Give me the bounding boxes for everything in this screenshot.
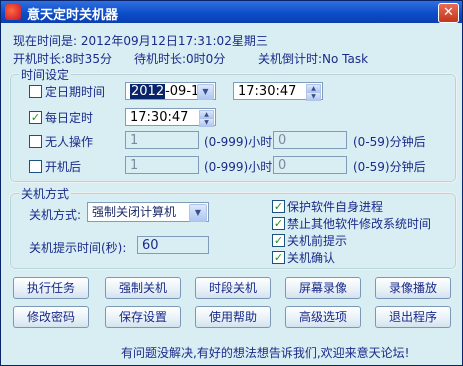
save-settings-button[interactable]: 保存设置 [105,306,181,328]
shutdown-confirm-label: 关机确认 [287,251,336,265]
timed-date-checkbox[interactable] [29,85,42,98]
shutdown-method-value: 强制关闭计算机 [92,205,177,219]
playback-button[interactable]: 录像播放 [375,277,451,299]
daily-time-value: 17:30:47 [130,110,189,125]
forum-link[interactable]: 有问题没解决,有好的想法想告诉我们,欢迎来意天论坛! [121,344,409,361]
daily-checkbox[interactable]: ✓ [29,111,42,124]
period-shutdown-button[interactable]: 时段关机 [195,277,271,299]
date-picker[interactable]: 2012-09-12 ▼ [125,82,216,100]
protect-process-label: 保护软件自身进程 [287,200,384,214]
chevron-down-icon[interactable]: ▼ [189,204,207,222]
forbid-time-change-checkbox[interactable]: ✓ [272,217,285,230]
idle-label: 无人操作 [45,135,94,149]
advanced-options-button[interactable]: 高级选项 [285,306,361,328]
close-button[interactable]: ✕ [438,3,459,23]
protect-process-checkbox[interactable]: ✓ [272,200,285,213]
after-boot-hours-field[interactable]: 1 [125,156,199,174]
shutdown-method-select[interactable]: 强制关闭计算机 ▼ [87,202,209,222]
idle-hours-field[interactable]: 1 [125,131,199,149]
spin-down-icon[interactable]: ▼ [199,118,214,127]
daily-time-field[interactable]: 17:30:47 ▲ ▼ [125,108,216,127]
time-settings-legend: 时间设定 [19,66,72,83]
pre-shutdown-prompt-label: 关机前提示 [287,234,348,248]
chevron-down-icon[interactable]: ▼ [197,84,214,100]
after-boot-hours-unit: (0-999)小时 [204,160,273,174]
shutdown-method-label: 关机方式: [29,208,82,222]
screen-record-button[interactable]: 屏幕录像 [285,277,361,299]
shutdown-confirm-checkbox[interactable]: ✓ [272,251,285,264]
prompt-time-field[interactable]: 60 [137,236,209,254]
help-button[interactable]: 使用帮助 [195,306,271,328]
timed-date-time-field[interactable]: 17:30:47 ▲ ▼ [233,82,323,101]
shutdown-countdown: 关机倒计时:No Task [258,52,369,66]
main-window: 意天定时关机器 ✕ 现在时间是: 2012年09月12日17:31:02星期三 … [0,0,463,366]
idle-minutes-unit: (0-59)分钟后 [353,135,426,149]
spin-down-icon[interactable]: ▼ [306,92,321,101]
force-shutdown-button[interactable]: 强制关机 [105,277,181,299]
uptime: 开机时长:8时35分 [13,52,112,66]
run-task-button[interactable]: 执行任务 [13,277,89,299]
idle-hours-unit: (0-999)小时 [204,135,273,149]
idle-minutes-field[interactable]: 0 [273,131,347,149]
current-time: 现在时间是: 2012年09月12日17:31:02星期三 [13,34,268,48]
after-boot-checkbox[interactable] [29,160,42,173]
pre-shutdown-prompt-checkbox[interactable]: ✓ [272,234,285,247]
timed-date-time-value: 17:30:47 [238,84,297,99]
title-bar[interactable]: 意天定时关机器 ✕ [1,1,462,23]
shutdown-legend: 关机方式 [19,185,72,202]
prompt-time-label: 关机提示时间(秒): [29,241,127,255]
standby-time: 待机时长:0时0分 [134,52,226,66]
daily-label: 每日定时 [45,111,94,125]
after-boot-minutes-field[interactable]: 0 [273,156,347,174]
change-password-button[interactable]: 修改密码 [13,306,89,328]
forbid-time-change-label: 禁止其他软件修改系统时间 [287,217,432,231]
timed-date-label: 定日期时间 [45,85,106,99]
window-title: 意天定时关机器 [27,8,119,23]
app-icon [5,4,21,20]
exit-button[interactable]: 退出程序 [375,306,451,328]
after-boot-label: 开机后 [45,160,82,174]
after-boot-minutes-unit: (0-59)分钟后 [353,160,426,174]
idle-checkbox[interactable] [29,135,42,148]
date-year-selected: 2012 [130,84,166,99]
